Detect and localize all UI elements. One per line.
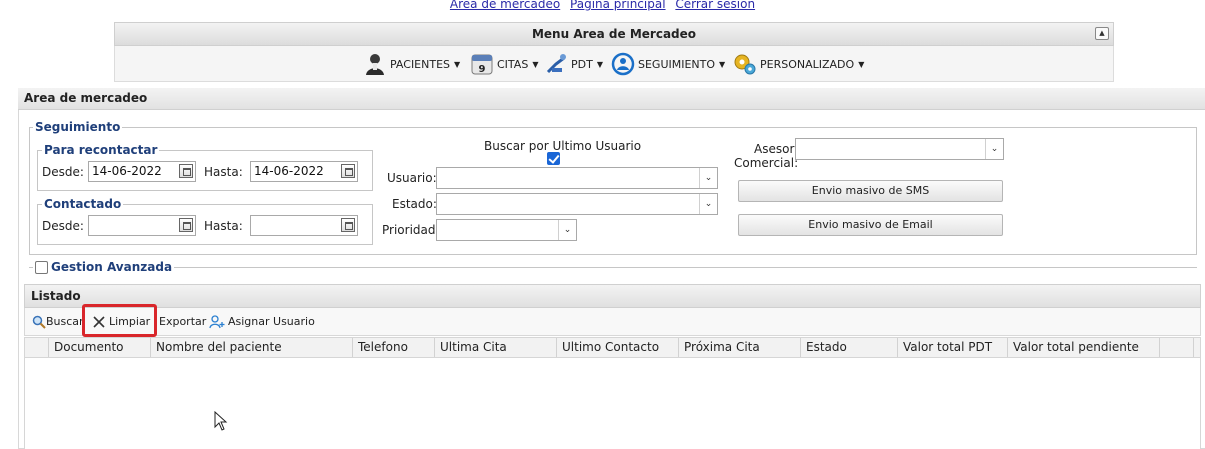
- desde-label: Desde:: [42, 219, 84, 233]
- menu-title: Menu Area de Mercadeo: [531, 27, 697, 41]
- buscar-ultimo-usuario-checkbox[interactable]: [547, 152, 560, 165]
- listado-toolbar: Buscar Limpiar Exportar Asignar Usuario: [24, 308, 1201, 336]
- grid-column-valor-total-pendiente[interactable]: Valor total pendiente: [1008, 338, 1160, 357]
- para-recontactar-legend: Para recontactar: [42, 143, 160, 157]
- gears-icon: [734, 54, 756, 75]
- chevron-down-icon: ⌄: [985, 139, 1003, 159]
- caret-down-icon: ▼: [719, 59, 726, 69]
- menu-pacientes[interactable]: PACIENTES ▼: [363, 50, 460, 78]
- grid-body: [24, 358, 1201, 449]
- calendar-picker-icon[interactable]: [179, 164, 193, 178]
- estado-select[interactable]: ⌄: [436, 193, 718, 215]
- buscar-button[interactable]: Buscar: [32, 315, 84, 329]
- collapse-icon[interactable]: ▲: [1095, 27, 1109, 40]
- grid-column-documento[interactable]: Documento: [49, 338, 151, 357]
- grid-column-select: [25, 338, 49, 357]
- grid-column-ultimo-contacto[interactable]: Ultimo Contacto: [557, 338, 679, 357]
- grid-column-proxima-cita[interactable]: Próxima Cita: [679, 338, 801, 357]
- menu-citas[interactable]: 9 CITAS ▼: [470, 50, 538, 78]
- envio-email-button[interactable]: Envio masivo de Email: [738, 214, 1003, 236]
- prioridad-select[interactable]: ⌄: [436, 219, 577, 241]
- menu-pdt[interactable]: PDT ▼: [544, 50, 603, 78]
- buscar-label: Buscar: [46, 315, 84, 328]
- menu-label-pdt: PDT: [571, 57, 593, 71]
- menu-seguimiento[interactable]: SEGUIMIENTO ▼: [611, 50, 725, 78]
- dental-chair-icon: [546, 54, 566, 74]
- top-links: Area de mercadeo Página principal Cerrar…: [0, 0, 1205, 13]
- limpiar-highlight: [82, 304, 157, 337]
- usuario-label: Usuario:: [387, 171, 437, 185]
- chevron-down-icon: ⌄: [699, 194, 717, 214]
- prioridad-label: Prioridad:: [382, 223, 440, 237]
- asesor-comercial-select[interactable]: ⌄: [795, 138, 1004, 160]
- add-user-icon: [209, 315, 225, 329]
- caret-down-icon: ▼: [532, 59, 539, 69]
- link-pagina-principal[interactable]: Página principal: [570, 0, 666, 11]
- buscar-ultimo-usuario-label: Buscar por Ultimo Usuario: [484, 139, 642, 153]
- exportar-label: Exportar: [159, 315, 207, 328]
- chevron-down-icon: ⌄: [699, 168, 717, 188]
- grid-column-telefono[interactable]: Telefono: [353, 338, 435, 357]
- patient-icon: [366, 54, 384, 75]
- followup-icon: [611, 52, 635, 76]
- contactado-hasta-input[interactable]: [250, 215, 358, 236]
- caret-down-icon: ▼: [596, 59, 603, 69]
- svg-text:9: 9: [479, 64, 486, 75]
- hasta-label: Hasta:: [204, 219, 243, 233]
- menu-bar: PACIENTES ▼ 9 CITAS ▼ PDT ▼ SEGUIMIENTO ▼: [114, 46, 1114, 82]
- grid-column-ultima-cita[interactable]: Ultima Cita: [435, 338, 557, 357]
- link-cerrar-sesion[interactable]: Cerrar sesión: [675, 0, 755, 11]
- estado-label: Estado:: [392, 197, 437, 211]
- recontactar-hasta-input[interactable]: 14-06-2022: [250, 161, 358, 182]
- recontactar-desde-input[interactable]: 14-06-2022: [88, 161, 196, 182]
- exportar-button[interactable]: Exportar: [159, 315, 206, 329]
- calendar-icon: 9: [471, 54, 493, 75]
- recontactar-hasta-value: 14-06-2022: [254, 164, 324, 178]
- hasta-label: Hasta:: [204, 165, 243, 179]
- link-area-mercadeo[interactable]: Area de mercadeo: [450, 0, 560, 11]
- envio-sms-button[interactable]: Envio masivo de SMS: [738, 180, 1003, 202]
- grid-column-extra: [1160, 338, 1194, 357]
- menu-label-seguimiento: SEGUIMIENTO: [638, 57, 716, 71]
- gestion-avanzada-divider: [29, 267, 1197, 268]
- desde-label: Desde:: [42, 165, 84, 179]
- usuario-select[interactable]: ⌄: [436, 167, 718, 189]
- panel-title: Area de mercadeo: [18, 88, 1205, 110]
- calendar-picker-icon[interactable]: [341, 218, 355, 232]
- contactado-desde-input[interactable]: [88, 215, 196, 236]
- gestion-avanzada-checkbox[interactable]: [35, 260, 48, 274]
- asesor-label: Asesor: [754, 142, 795, 156]
- seguimiento-legend: Seguimiento: [33, 120, 123, 134]
- caret-down-icon: ▼: [858, 59, 865, 69]
- grid-column-estado[interactable]: Estado: [801, 338, 898, 357]
- menu-label-pacientes: PACIENTES: [390, 57, 451, 71]
- menu-label-citas: CITAS: [497, 57, 529, 71]
- asignar-usuario-button[interactable]: Asignar Usuario: [209, 315, 315, 329]
- comercial-label: Comercial:: [734, 156, 799, 170]
- menu-header: Menu Area de Mercadeo ▲: [114, 22, 1114, 46]
- asignar-usuario-label: Asignar Usuario: [228, 315, 315, 328]
- grid-column-nombre[interactable]: Nombre del paciente: [151, 338, 353, 357]
- menu-personalizado[interactable]: PERSONALIZADO ▼: [733, 50, 864, 78]
- mouse-cursor-icon: [214, 411, 228, 431]
- search-icon: [32, 315, 46, 329]
- menu-label-personalizado: PERSONALIZADO: [760, 57, 855, 71]
- gestion-avanzada-label: Gestion Avanzada: [51, 260, 173, 274]
- grid-header: Documento Nombre del paciente Telefono U…: [24, 337, 1201, 358]
- calendar-picker-icon[interactable]: [179, 218, 193, 232]
- gestion-avanzada-toggle[interactable]: Gestion Avanzada: [33, 260, 175, 274]
- recontactar-desde-value: 14-06-2022: [92, 164, 162, 178]
- contactado-legend: Contactado: [42, 197, 124, 211]
- chevron-down-icon: ⌄: [558, 220, 576, 240]
- calendar-picker-icon[interactable]: [341, 164, 355, 178]
- listado-title: Listado: [24, 284, 1201, 308]
- caret-down-icon: ▼: [454, 59, 461, 69]
- grid-column-valor-total-pdt[interactable]: Valor total PDT: [898, 338, 1008, 357]
